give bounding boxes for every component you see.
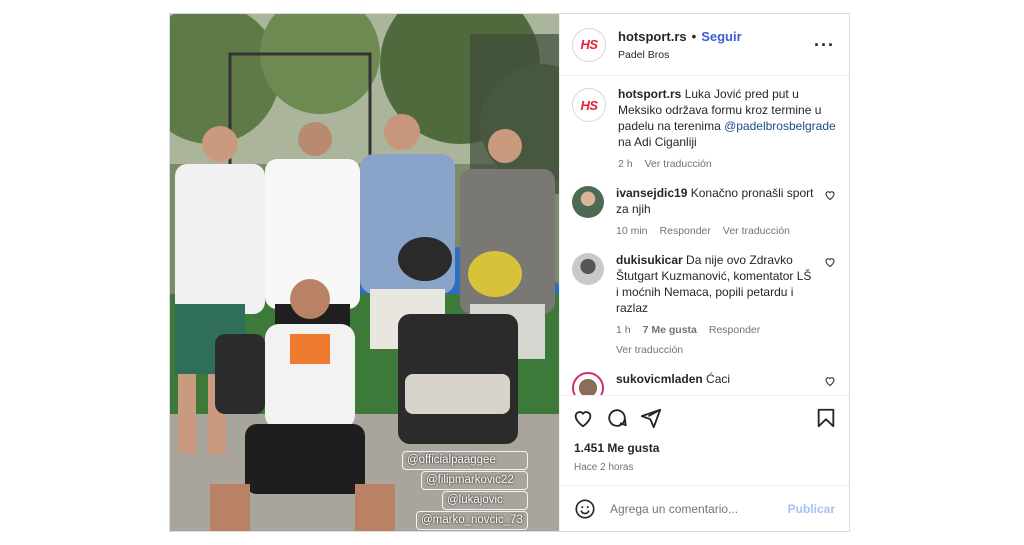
author-avatar[interactable]: HS — [572, 27, 606, 62]
see-translation-link[interactable]: Ver traducción — [723, 223, 790, 239]
like-count[interactable]: 1.451 Me gusta — [574, 441, 835, 455]
heart-icon[interactable] — [572, 407, 594, 429]
comment-avatar[interactable] — [572, 253, 604, 285]
comment-text: Ćaci — [706, 372, 731, 386]
comment-item: sukovicmladen Ćaci — [572, 371, 837, 395]
avatar-logo: HS — [580, 37, 598, 52]
post-header: HS hotsport.rs • Seguir Padel Bros ··· — [560, 14, 849, 76]
post-card: @officialpaaggee @filipmarkovic22 @lukaj… — [169, 13, 850, 532]
see-translation-link[interactable]: Ver traducción — [645, 156, 712, 172]
reply-button[interactable]: Responder — [709, 322, 760, 338]
caption-time[interactable]: 2 h — [618, 156, 633, 172]
share-icon[interactable] — [640, 407, 662, 429]
comment-item: ivansejdic19 Konačno pronašli sport za n… — [572, 185, 837, 239]
photo-tag[interactable]: @officialpaaggee — [402, 451, 528, 470]
comment-username[interactable]: dukisukicar — [616, 253, 683, 267]
post-actions — [560, 395, 849, 439]
photo-tag[interactable]: @filipmarkovic22 — [421, 471, 528, 490]
bookmark-icon[interactable] — [815, 407, 837, 429]
comment-input[interactable] — [610, 501, 788, 516]
photo-tag[interactable]: @lukajovic — [442, 491, 528, 510]
separator-dot: • — [691, 28, 697, 44]
author-info: hotsport.rs • Seguir Padel Bros — [618, 29, 814, 61]
reply-button[interactable]: Responder — [660, 223, 711, 239]
post-timestamp: Hace 2 horas — [574, 462, 634, 473]
post-location[interactable]: Padel Bros — [618, 49, 814, 61]
avatar-logo: HS — [580, 97, 598, 113]
caption-username[interactable]: hotsport.rs — [618, 87, 681, 101]
more-options-icon[interactable]: ··· — [814, 36, 835, 54]
comment-avatar[interactable] — [572, 372, 604, 395]
caption-avatar[interactable]: HS — [572, 88, 606, 122]
comment-likes[interactable]: 7 Me gusta — [643, 322, 697, 338]
comment-avatar[interactable] — [572, 186, 604, 218]
comment-item: dukisukicar Da nije ovo Zdravko Štutgart… — [572, 252, 837, 358]
heart-icon[interactable] — [823, 256, 837, 268]
emoji-icon[interactable] — [574, 498, 596, 520]
comment-time[interactable]: 10 min — [616, 223, 648, 239]
caption: HS hotsport.rs Luka Jović pred put u Mek… — [572, 86, 837, 172]
comment-time[interactable]: 1 h — [616, 322, 631, 338]
photo-tag[interactable]: @marko_novcic_73 — [416, 511, 528, 530]
author-username[interactable]: hotsport.rs — [618, 29, 687, 44]
photo-tags: @officialpaaggee @filipmarkovic22 @lukaj… — [402, 451, 528, 530]
follow-button[interactable]: Seguir — [701, 29, 741, 44]
caption-text-end: na Adi Ciganliji — [618, 135, 697, 149]
publish-button[interactable]: Publicar — [788, 502, 835, 516]
post-photo[interactable]: @officialpaaggee @filipmarkovic22 @lukaj… — [170, 14, 559, 531]
heart-icon[interactable] — [823, 189, 837, 201]
heart-icon[interactable] — [823, 375, 837, 387]
likes-summary: 1.451 Me gusta Hace 2 horas — [560, 439, 849, 485]
comments-list[interactable]: HS hotsport.rs Luka Jović pred put u Mek… — [560, 76, 849, 395]
add-comment-bar: Publicar — [560, 485, 849, 531]
see-translation-link[interactable]: Ver traducción — [616, 342, 683, 358]
comment-icon[interactable] — [606, 407, 628, 429]
comment-username[interactable]: ivansejdic19 — [616, 186, 687, 200]
caption-mention[interactable]: @padelbrosbelgrade — [724, 119, 836, 133]
comment-username[interactable]: sukovicmladen — [616, 372, 703, 386]
post-sidebar: HS hotsport.rs • Seguir Padel Bros ··· H… — [559, 14, 849, 531]
